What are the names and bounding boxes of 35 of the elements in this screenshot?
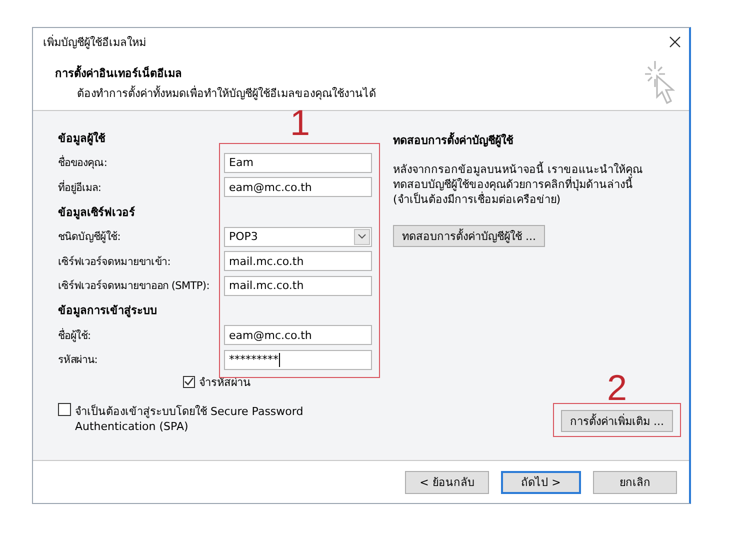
remember-password-checkbox[interactable] bbox=[183, 376, 195, 388]
annotation-number: 2 bbox=[607, 370, 628, 406]
text-field[interactable]: eam@mc.co.th bbox=[224, 325, 372, 346]
field-label: ชื่อของคุณ: bbox=[58, 157, 108, 170]
section-heading: ข้อมูลผู้ใช้ bbox=[58, 130, 105, 148]
section-heading: ข้อมูลเซิร์ฟเวอร์ bbox=[58, 205, 135, 222]
field-label: รหัสผ่าน: bbox=[58, 354, 98, 366]
window-title: เพิ่มบัญชีผู้ใช้อีเมลใหม่ bbox=[43, 34, 146, 50]
field-label: เซิร์ฟเวอร์จดหมายขาออก (SMTP): bbox=[58, 280, 210, 292]
spa-checkbox[interactable] bbox=[58, 402, 71, 416]
annotation-number: 1 bbox=[290, 105, 310, 141]
page-title: การตั้งค่าอินเทอร์เน็ตอีเมล bbox=[55, 64, 183, 82]
more-settings-button[interactable]: การตั้งค่าเพิ่มเติม ... bbox=[561, 410, 673, 432]
field-label: ที่อยู่อีเมล: bbox=[58, 182, 102, 194]
text-field[interactable]: eam@mc.co.th bbox=[224, 177, 372, 198]
chevron-down-icon bbox=[358, 234, 366, 240]
field-label: ชนิดบัญชีผู้ใช้: bbox=[58, 231, 121, 244]
test-description: หลังจากกรอกข้อมูลบนหน้าจอนี้ เราขอแนะนำให้คุณทดสอบบัญชีผู้ใช้ของคุณด้วยการคลิกที่ปุ่มด้านล่างนี้ (จำเป็นต้องมีการเชื่อมต่อเครือข่าย) bbox=[393, 162, 643, 207]
section-heading: ทดสอบการตั้งค่าบัญชีผู้ใช้ bbox=[393, 131, 514, 149]
footer-button[interactable]: ยกเลิก bbox=[593, 470, 677, 494]
footer-button[interactable]: ถัดไป > bbox=[501, 470, 581, 494]
footer-button[interactable]: < ย้อนกลับ bbox=[405, 470, 489, 494]
text-field[interactable]: Eam bbox=[224, 152, 372, 173]
field-label: เซิร์ฟเวอร์จดหมายขาเข้า: bbox=[58, 256, 171, 268]
test-settings-button[interactable]: ทดสอบการตั้งค่าบัญชีผู้ใช้ ... bbox=[393, 225, 545, 247]
section-heading: ข้อมูลการเข้าสู่ระบบ bbox=[58, 303, 157, 320]
checkbox-label: จำรหัสผ่าน bbox=[199, 374, 251, 391]
account-type-dropdown[interactable]: POP3 bbox=[224, 226, 372, 247]
text-field[interactable]: mail.mc.co.th bbox=[224, 276, 372, 296]
checkbox-label: จำเป็นต้องเข้าสู่ระบบโดยใช้ Secure Password Authentication (SPA) bbox=[75, 403, 304, 433]
text-field[interactable]: mail.mc.co.th bbox=[224, 251, 372, 272]
page-subtitle: ต้องทำการตั้งค่าทั้งหมดเพื่อทำให้บัญชีผู้ใช้อีเมลของคุณใช้งานได้ bbox=[76, 84, 376, 102]
field-label: ชื่อผู้ใช้: bbox=[58, 330, 91, 342]
password-field[interactable]: ********* bbox=[224, 350, 372, 370]
close-icon[interactable] bbox=[669, 36, 681, 48]
